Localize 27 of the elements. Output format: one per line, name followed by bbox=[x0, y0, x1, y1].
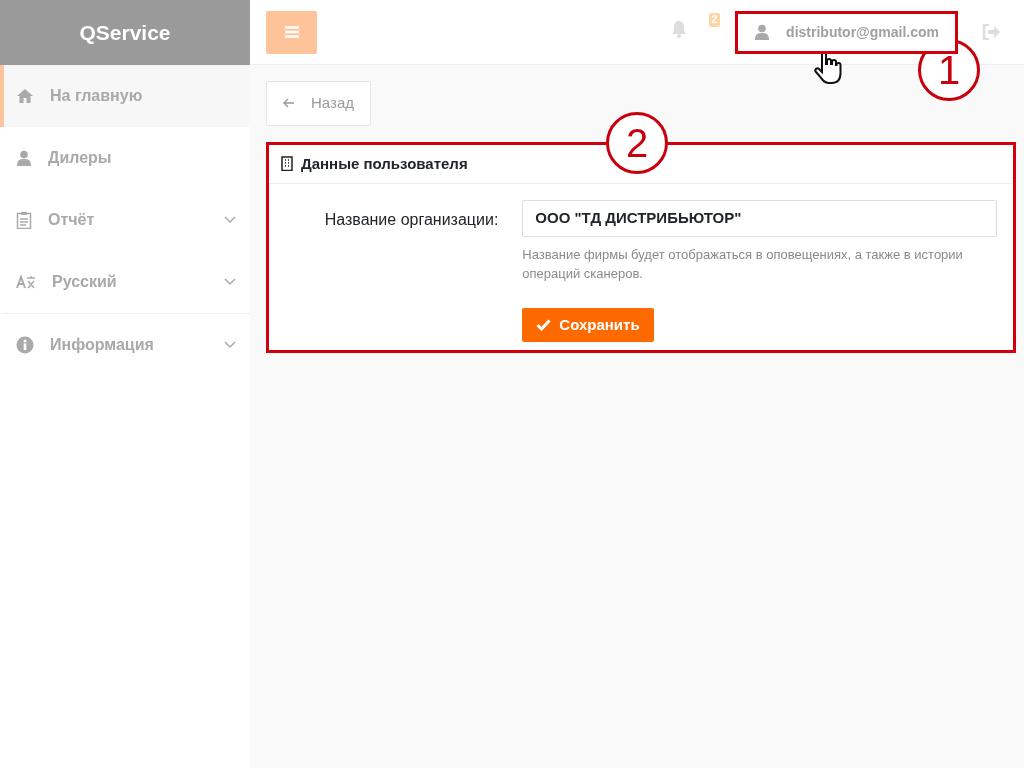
card-title: Данные пользователя bbox=[301, 153, 468, 174]
chevron-down-icon bbox=[224, 278, 236, 286]
chevron-down-icon bbox=[224, 340, 236, 349]
user-menu[interactable]: distributor@gmail.com bbox=[735, 10, 958, 54]
user-icon bbox=[754, 24, 771, 40]
notification-count: 2 bbox=[708, 13, 721, 27]
check-icon bbox=[536, 318, 552, 331]
building-icon bbox=[281, 156, 293, 172]
menu-icon bbox=[284, 26, 299, 38]
user-icon bbox=[16, 150, 32, 166]
brand-logo: QService bbox=[0, 0, 250, 65]
help-text: Название фирмы будет отображаться в оповещениях, а также в истории операций сканеров. bbox=[522, 245, 964, 283]
language-icon bbox=[16, 275, 36, 289]
callout-number: 2 bbox=[606, 112, 668, 174]
sign-out-icon[interactable] bbox=[982, 24, 1000, 40]
save-button[interactable]: Сохранить bbox=[522, 307, 654, 342]
info-icon bbox=[16, 335, 34, 354]
bell-icon[interactable] bbox=[671, 20, 688, 38]
back-button[interactable]: Назад bbox=[266, 81, 371, 126]
sidebar-item[interactable]: На главную bbox=[0, 65, 250, 127]
menu-button[interactable] bbox=[266, 10, 317, 54]
clipboard-icon bbox=[16, 211, 32, 229]
field-label: Название организации: bbox=[324, 211, 499, 228]
arrow-left-icon bbox=[283, 98, 295, 109]
chevron-down-icon bbox=[224, 216, 236, 224]
home-icon bbox=[16, 88, 34, 104]
organization-name-field[interactable]: ООО "ТД ДИСТРИБЬЮТОР" bbox=[522, 200, 997, 237]
